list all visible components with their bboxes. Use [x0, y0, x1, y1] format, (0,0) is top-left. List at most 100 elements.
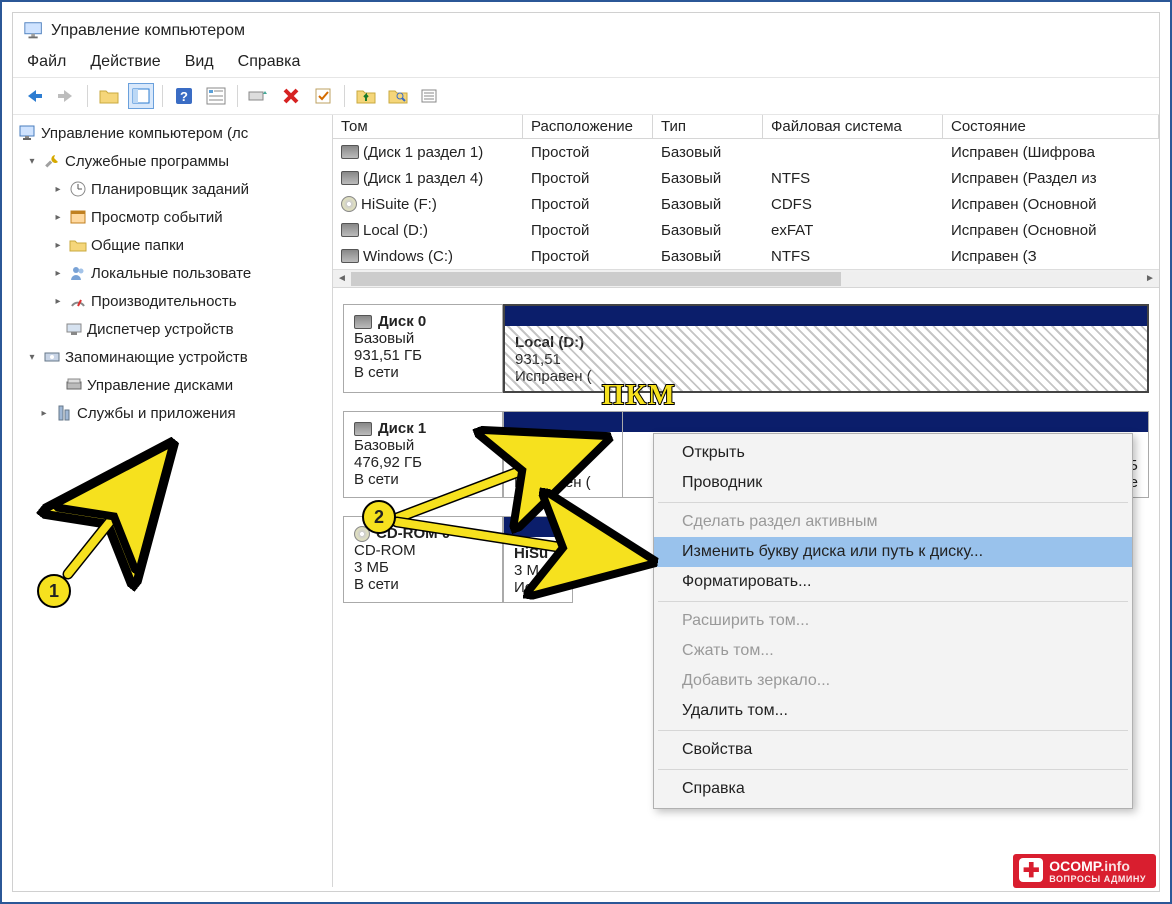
cell-type: Базовый [653, 246, 763, 267]
tree-performance[interactable]: ▸ Производительность [13, 287, 332, 315]
partition-size: 931,51 [515, 351, 1137, 368]
disk0-info[interactable]: Диск 0 Базовый 931,51 ГБ В сети [343, 304, 503, 393]
tb-refresh-icon[interactable] [246, 83, 272, 109]
tree-disk-mgmt-label: Управление дисками [87, 377, 233, 394]
watermark-tld: .info [1100, 858, 1130, 874]
partition-size: 3 М [514, 562, 562, 579]
menubar: Файл Действие Вид Справка [13, 49, 1159, 77]
cell-state: Исправен (Раздел из [943, 168, 1159, 189]
partition-state: Исправен ( [515, 368, 1137, 385]
tree-tools-group[interactable]: ▾ Служебные программы [13, 147, 332, 175]
table-row[interactable]: HiSuite (F:)ПростойБазовыйCDFSИсправен (… [333, 191, 1159, 217]
caret-right-icon: ▸ [37, 408, 51, 419]
tree-disk-management[interactable]: Управление дисками [13, 371, 332, 399]
app-icon [23, 20, 45, 42]
cell-layout: Простой [523, 246, 653, 267]
col-state[interactable]: Состояние [943, 115, 1159, 139]
menu-item: Добавить зеркало... [654, 666, 1132, 696]
scroll-left-icon[interactable]: ◄ [333, 271, 351, 287]
tree-shared-folders[interactable]: ▸ Общие папки [13, 231, 332, 259]
col-layout[interactable]: Расположение [523, 115, 653, 139]
table-header: Том Расположение Тип Файловая система Со… [333, 115, 1159, 139]
context-menu: ОткрытьПроводник Сделать раздел активнымИ… [653, 433, 1133, 809]
disk-size: 3 МБ [354, 559, 492, 576]
disk-icon [341, 223, 359, 237]
tb-folder-icon[interactable] [96, 83, 122, 109]
tb-panel-icon[interactable] [128, 83, 154, 109]
table-row[interactable]: Local (D:)ПростойБазовыйexFATИсправен (О… [333, 217, 1159, 243]
tree-item-label: Диспетчер устройств [87, 321, 234, 338]
volume-table: Том Расположение Тип Файловая система Со… [333, 115, 1159, 288]
cd-icon [341, 196, 357, 212]
plus-icon: ✚ [1019, 858, 1043, 882]
cell-state: Исправен (З [943, 246, 1159, 267]
tb-folder2-icon[interactable] [353, 83, 379, 109]
cell-fs: exFAT [763, 220, 943, 241]
disk-icon [341, 171, 359, 185]
menu-view[interactable]: Вид [185, 53, 214, 71]
col-type[interactable]: Тип [653, 115, 763, 139]
tree-services-label: Службы и приложения [77, 405, 236, 422]
disk-status: В сети [354, 364, 492, 381]
col-fs[interactable]: Файловая система [763, 115, 943, 139]
disk-type: Базовый [354, 437, 492, 454]
menu-file[interactable]: Файл [27, 53, 66, 71]
caret-down-icon: ▾ [25, 352, 39, 363]
tb-help-icon[interactable]: ? [171, 83, 197, 109]
outer-frame: Управление компьютером Файл Действие Вид… [0, 0, 1172, 904]
tree-services-group[interactable]: ▸ Службы и приложения [13, 399, 332, 427]
cdrom-info[interactable]: CD-ROM 0 CD-ROM 3 МБ В сети [343, 516, 503, 603]
table-row[interactable]: (Диск 1 раздел 4)ПростойБазовыйNTFSИспра… [333, 165, 1159, 191]
tree-item-label: Просмотр событий [91, 209, 223, 226]
menu-item[interactable]: Свойства [654, 735, 1132, 765]
tb-view-icon[interactable] [417, 83, 443, 109]
cell-volume: Windows (C:) [363, 248, 453, 265]
menu-item: Сделать раздел активным [654, 507, 1132, 537]
disk1-info[interactable]: Диск 1 Базовый 476,92 ГБ В сети [343, 411, 503, 498]
tb-list-icon[interactable] [203, 83, 229, 109]
app-window: Управление компьютером Файл Действие Вид… [12, 12, 1160, 892]
table-row[interactable]: (Диск 1 раздел 1)ПростойБазовыйИсправен … [333, 139, 1159, 165]
menu-item[interactable]: Удалить том... [654, 696, 1132, 726]
tree-task-scheduler[interactable]: ▸ Планировщик заданий [13, 175, 332, 203]
horizontal-scrollbar[interactable]: ◄ ► [333, 269, 1159, 287]
menu-item[interactable]: Справка [654, 774, 1132, 804]
menu-item[interactable]: Открыть [654, 438, 1132, 468]
menu-help[interactable]: Справка [238, 53, 301, 71]
forward-button[interactable] [53, 83, 79, 109]
svg-text:?: ? [180, 89, 188, 104]
cell-volume: (Диск 1 раздел 1) [363, 144, 483, 161]
disk-name: Диск 0 [378, 313, 426, 330]
cell-type: Базовый [653, 194, 763, 215]
col-volume[interactable]: Том [333, 115, 523, 139]
tree-local-users[interactable]: ▸ Локальные пользовате [13, 259, 332, 287]
menu-item[interactable]: Изменить букву диска или путь к диску... [654, 537, 1132, 567]
cdrom-partition[interactable]: HiSu 3 М Исп [503, 516, 573, 603]
tree-device-manager[interactable]: Диспетчер устройств [13, 315, 332, 343]
back-button[interactable] [21, 83, 47, 109]
storage-icon [43, 348, 61, 366]
menu-action[interactable]: Действие [90, 53, 160, 71]
partition-size: 1,15 ГБ [514, 457, 612, 474]
menu-separator [658, 730, 1128, 731]
menu-item[interactable]: Проводник [654, 468, 1132, 498]
cell-state: Исправен (Основной [943, 194, 1159, 215]
tb-delete-icon[interactable] [278, 83, 304, 109]
disk0-partition-local-d[interactable]: Local (D:) 931,51 Исправен ( [503, 304, 1149, 393]
scroll-right-icon[interactable]: ► [1141, 271, 1159, 287]
tree-storage-group[interactable]: ▾ Запоминающие устройств [13, 343, 332, 371]
disk1-partition-1[interactable]: 1,15 ГБ Исправен ( [503, 411, 623, 498]
tb-search-icon[interactable] [385, 83, 411, 109]
titlebar: Управление компьютером [13, 13, 1159, 49]
menu-item[interactable]: Форматировать... [654, 567, 1132, 597]
disk0-row: Диск 0 Базовый 931,51 ГБ В сети Local (D… [343, 304, 1149, 393]
tree-pane: Управление компьютером (лс ▾ Служебные п… [13, 115, 333, 887]
partition-state: Исправен ( [514, 474, 612, 491]
menu-separator [658, 769, 1128, 770]
cell-state: Исправен (Шифрова [943, 142, 1159, 163]
tree-root[interactable]: Управление компьютером (лс [13, 119, 332, 147]
toolbar: ? [13, 77, 1159, 115]
table-row[interactable]: Windows (C:)ПростойБазовыйNTFSИсправен (… [333, 243, 1159, 269]
tree-event-viewer[interactable]: ▸ Просмотр событий [13, 203, 332, 231]
tb-check-icon[interactable] [310, 83, 336, 109]
